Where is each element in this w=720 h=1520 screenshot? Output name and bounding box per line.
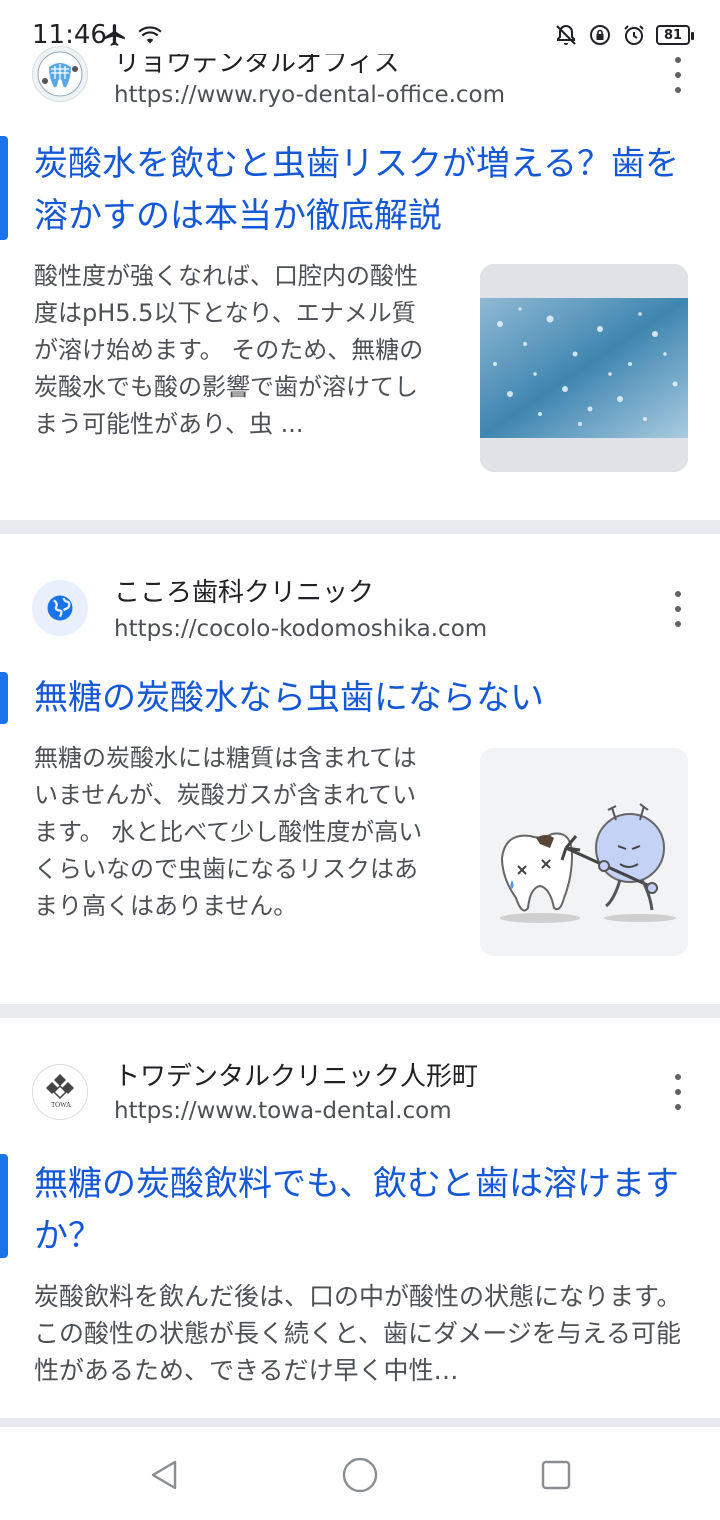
home-button[interactable]	[340, 1455, 380, 1495]
towa-logo-text: TOWA	[50, 1101, 72, 1109]
result-accent-bar	[0, 136, 8, 240]
site-url[interactable]: https://www.towa-dental.com	[114, 1098, 452, 1124]
more-options-button[interactable]	[670, 1074, 686, 1110]
tooth-and-germ-illustration	[480, 748, 688, 956]
site-logo-cocolo	[32, 580, 88, 636]
bell-off-icon	[556, 24, 576, 45]
more-options-button[interactable]	[670, 591, 686, 627]
result-snippet: 無糖の炭酸水には糖質は含まれてはいませんが、炭酸ガスが含まれています。 水と比べ…	[34, 744, 423, 920]
result-divider	[0, 1418, 720, 1426]
site-name: トワデンタルクリニック人形町	[114, 1062, 479, 1092]
status-right-icons: 81	[554, 22, 694, 48]
globe-icon	[47, 595, 73, 621]
search-result-1[interactable]: リョウデンタルオフィス https://www.ryo-dental-offic…	[0, 0, 720, 520]
site-url[interactable]: https://cocolo-kodomoshika.com	[114, 616, 487, 642]
result-accent-bar	[0, 1154, 8, 1258]
recents-button[interactable]	[536, 1455, 576, 1495]
wifi-icon	[138, 26, 162, 44]
search-result-3[interactable]: TOWA トワデンタルクリニック人形町 https://www.towa-den…	[0, 1018, 720, 1418]
status-bar: 11:46 81	[0, 0, 720, 70]
lock-rotate-icon	[590, 25, 610, 45]
result-snippet: 酸性度が強くなれば、口腔内の酸性度はpH5.5以下となり、エナメル質が溶け始めま…	[34, 262, 424, 438]
site-logo-towa: TOWA	[32, 1064, 88, 1120]
status-time: 11:46	[32, 20, 107, 50]
recents-icon	[541, 1460, 571, 1490]
result-title[interactable]: 炭酸水を飲むと虫歯リスクが増える？歯を溶かすのは本当か徹底解説	[34, 138, 684, 242]
result-thumbnail[interactable]	[480, 748, 688, 956]
result-accent-bar	[0, 672, 8, 724]
alarm-icon	[624, 25, 644, 45]
battery-icon: 81	[656, 25, 694, 45]
result-title[interactable]: 無糖の炭酸水なら虫歯にならない	[34, 672, 684, 724]
system-navigation-bar	[0, 1426, 720, 1520]
site-name: こころ歯科クリニック	[114, 578, 375, 608]
back-icon	[151, 1460, 177, 1490]
result-snippet: 炭酸飲料を飲んだ後は、口の中が酸性の状態になります。この酸性の状態が長く続くと、…	[34, 1282, 682, 1385]
result-divider	[0, 1004, 720, 1018]
result-divider	[0, 520, 720, 534]
sparkling-water-image	[480, 264, 688, 472]
result-thumbnail[interactable]	[480, 264, 688, 472]
towa-logo-icon	[46, 1074, 74, 1100]
back-button[interactable]	[144, 1455, 184, 1495]
site-url[interactable]: https://www.ryo-dental-office.com	[114, 82, 505, 108]
airplane-icon	[104, 24, 125, 46]
status-left-icons	[102, 22, 164, 48]
search-result-2[interactable]: こころ歯科クリニック https://cocolo-kodomoshika.co…	[0, 534, 720, 1004]
result-title[interactable]: 無糖の炭酸飲料でも、飲むと歯は溶けますか？	[34, 1158, 684, 1262]
home-icon	[342, 1457, 378, 1493]
